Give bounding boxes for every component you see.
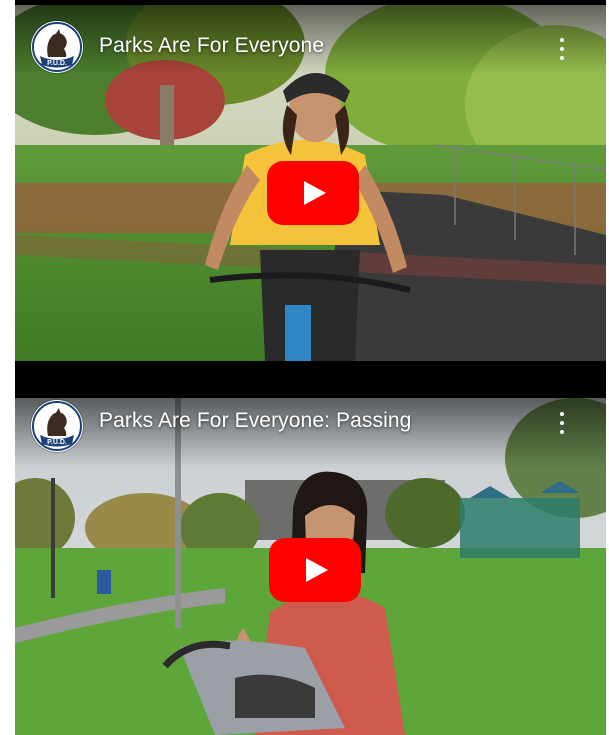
channel-logo-icon[interactable]: P.U.D.	[31, 400, 83, 452]
channel-logo-label: P.U.D.	[47, 60, 67, 67]
youtube-play-icon[interactable]	[269, 538, 361, 602]
youtube-play-icon[interactable]	[267, 161, 359, 225]
video-embed-2[interactable]: P.U.D. Parks Are For Everyone: Passing	[15, 398, 606, 735]
video-title[interactable]: Parks Are For Everyone: Passing	[99, 409, 411, 433]
video-embed-1[interactable]: P.U.D. Parks Are For Everyone	[15, 5, 606, 361]
video-separator	[15, 361, 606, 398]
channel-logo-icon[interactable]: P.U.D.	[31, 21, 83, 73]
more-vert-icon[interactable]	[552, 34, 572, 64]
video-title[interactable]: Parks Are For Everyone	[99, 34, 324, 58]
more-vert-icon[interactable]	[552, 408, 572, 438]
channel-logo-label: P.U.D.	[47, 439, 67, 446]
